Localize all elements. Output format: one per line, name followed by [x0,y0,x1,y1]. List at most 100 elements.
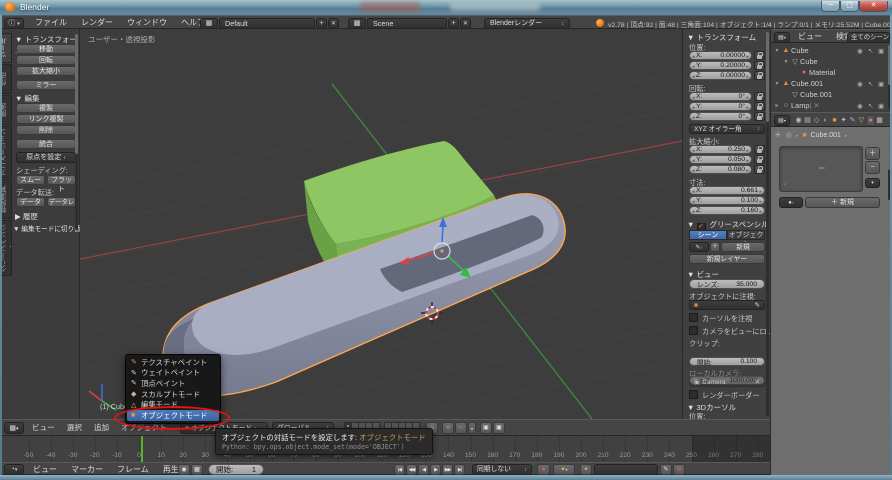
visibility-toggle-icon[interactable]: ◉ [857,80,863,88]
delete-layout-button[interactable]: ✕ [328,18,339,29]
expander-icon[interactable]: ▾ [773,47,781,54]
frame-lock-button[interactable]: ▦ [191,464,203,475]
number-field[interactable]: ◂Z:0.00000▸ [689,71,752,80]
set-origin-dropdown[interactable]: 原点を設定 ↕ [16,152,76,163]
number-field[interactable]: ◂Z:0°▸ [689,112,752,121]
outliner-row[interactable]: ▸○Lamp | ✕◉↖▣ [773,100,887,111]
move-button[interactable]: 移動 [16,44,76,54]
properties-tab-icon[interactable]: ◐ [821,115,830,126]
material-browse-dropdown[interactable]: ●↕ [779,197,803,208]
editor-type-button[interactable]: ▤▾ [774,115,790,126]
playback-button[interactable]: ◀◀ [406,464,417,475]
number-field[interactable]: ◂Y:0.100▸ [689,196,765,205]
checkbox[interactable] [689,326,698,335]
preview-range-button[interactable]: ◉ [178,464,190,475]
editor-type-button[interactable]: ▦▾ [4,422,24,434]
decrement-icon[interactable]: ◂ [692,54,695,60]
insert-keyframe-button[interactable]: ✎ [660,464,672,475]
properties-tab-icon[interactable]: ◇ [812,115,821,126]
gp-new-layer-button[interactable]: 新規レイヤー [689,254,765,264]
data-layout-transfer-button[interactable]: データレ [47,197,76,207]
mode-menu-item[interactable]: ✎ウェイトペイント [127,368,219,379]
selectable-toggle-icon[interactable]: ↖ [868,80,873,88]
outliner-row[interactable]: ●Material [773,67,887,78]
properties-tab-icon[interactable]: ✦ [839,115,848,126]
number-field[interactable]: ◂X:0.250▸ [689,145,752,154]
scrollbar-thumb[interactable] [75,34,78,154]
gp-object-button[interactable]: オブジェクト [727,230,765,240]
maximize-button[interactable]: ▢ [840,1,859,12]
gp-add-button[interactable]: ＋ [710,242,720,252]
editor-type-button[interactable]: ◔▾ [4,464,24,475]
render-engine-dropdown[interactable]: Blenderレンダー↕ [484,18,570,29]
lock-camera-checkbox[interactable]: カメラをビューにロ... [689,326,770,337]
delete-scene-button[interactable]: ✕ [460,18,471,29]
shade-flat-button[interactable]: フラット [47,175,76,185]
keying-set-field[interactable] [594,464,658,475]
properties-tab-icon[interactable]: ◉ [794,115,803,126]
renderable-toggle-icon[interactable]: ▣ [878,80,884,88]
number-field[interactable]: ◂X:0.661▸ [689,186,765,195]
add-scene-button[interactable]: + [448,18,459,29]
decrement-icon[interactable]: ◂ [692,158,695,164]
mirror-button[interactable]: ミラー [16,80,76,90]
menu-item[interactable]: 選択 [67,420,82,435]
decrement-icon[interactable]: ◂ [692,189,695,195]
increment-icon[interactable]: ▸ [759,199,762,205]
add-slot-button[interactable]: ＋ [865,147,880,160]
decrement-icon[interactable]: ◂ [692,199,695,205]
selectable-toggle-icon[interactable]: ↖ [868,47,873,55]
number-field[interactable]: ◂Y:0.050▸ [689,155,752,164]
number-field[interactable]: ◂Z:0.080▸ [689,165,752,174]
remove-slot-button[interactable]: − [865,161,880,174]
screen-layout-icon-button[interactable]: ▦ [200,18,218,29]
gp-brush-dropdown[interactable]: ✎↕ [689,242,709,252]
local-camera-field[interactable]: ▣ Camera✕ [689,377,765,387]
number-field[interactable]: ◂X:0°▸ [689,92,752,101]
gp-scene-button[interactable]: シーン [689,230,727,240]
close-button[interactable]: ✕ [859,1,888,12]
manipulator-z-arrow[interactable] [442,226,443,243]
playback-button[interactable]: ▶ [430,464,441,475]
outliner-item-label[interactable]: Cube [800,57,818,66]
menu-item[interactable]: ビュー [798,30,822,43]
outliner-item-label[interactable]: Material [809,68,835,77]
join-button[interactable]: 統合 [16,139,76,149]
add-layout-button[interactable]: + [316,18,327,29]
mode-menu-item[interactable]: ✎テクスチャペイント [127,357,219,368]
menu-item[interactable]: ファイル [35,16,67,29]
outliner-row[interactable]: ▾▽Cube [773,56,887,67]
minimize-button[interactable]: ─ [821,1,840,12]
scene-icon-button[interactable]: ▩ [348,18,366,29]
mode-menu-item[interactable]: ◆スカルプトモード [127,389,219,400]
increment-icon[interactable]: ▸ [746,115,749,121]
outliner-row[interactable]: ▽Cube.001 [773,89,887,100]
clip-start-field[interactable]: 開始:0.100 [689,357,765,366]
renderable-toggle-icon[interactable]: ▣ [878,47,884,55]
outliner-item-label[interactable]: Cube.001 [800,90,832,99]
lock-button[interactable] [754,145,765,154]
number-field[interactable]: ◂X:0.00000▸ [689,51,752,60]
clear-icon[interactable]: ✕ [754,378,760,387]
properties-tab-icon[interactable]: ■ [830,115,839,126]
tool-shelf-scrollbar[interactable] [75,34,78,230]
increment-icon[interactable]: ▸ [759,209,762,215]
playback-button[interactable]: ▶| [454,464,465,475]
new-material-button[interactable]: ＋ 新規 [805,197,880,208]
lens-field[interactable]: レンズ:35.000 [689,279,765,289]
checkbox[interactable] [689,390,698,399]
delete-button[interactable]: 削除 [16,125,76,135]
lock-object-field[interactable]: ■✎ [689,300,765,310]
increment-icon[interactable]: ▸ [746,54,749,60]
outliner-scope-dropdown[interactable]: 全てのシーン [847,32,890,43]
mode-menu-item[interactable]: ✎頂点ペイント [127,378,219,389]
title-bar[interactable]: Blender ─ ▢ ✕ [0,0,892,15]
increment-icon[interactable]: ▸ [746,74,749,80]
frame-start-field[interactable]: 開始:1 [208,464,264,475]
n-panel-scrollbar[interactable] [766,32,769,416]
increment-icon[interactable]: ▸ [746,168,749,174]
increment-icon[interactable]: ▸ [746,148,749,154]
node-icon[interactable]: ◎ [786,132,792,139]
expander-icon[interactable]: ▾ [782,58,790,65]
increment-icon[interactable]: ▸ [746,95,749,101]
